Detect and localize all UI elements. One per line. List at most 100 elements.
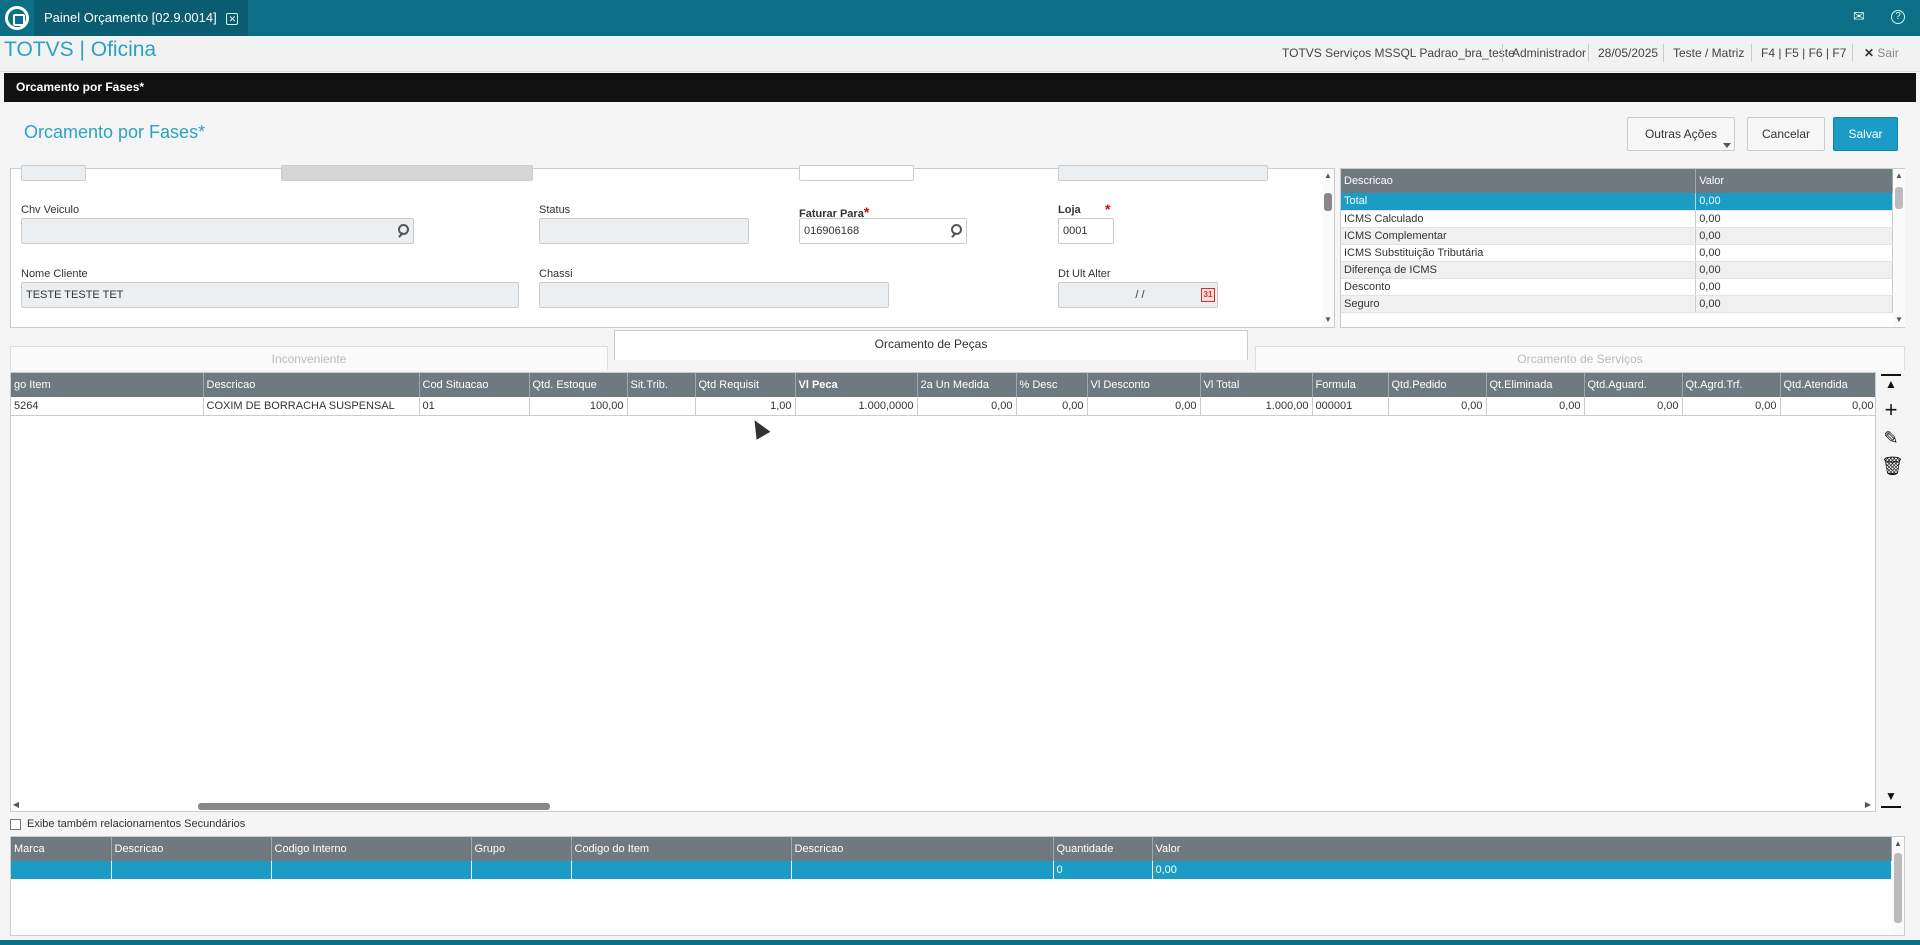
col-header[interactable]: Descricao xyxy=(791,837,1054,861)
col-header[interactable]: Codigo do Item xyxy=(571,837,792,861)
relations-scrollbar[interactable]: ▲ xyxy=(1892,837,1904,935)
summary-row[interactable]: Desconto 0,00 xyxy=(1341,278,1893,296)
hidden-field[interactable] xyxy=(21,165,86,181)
col-header[interactable]: Qtd.Atendida xyxy=(1780,373,1875,397)
col-header[interactable]: go Item xyxy=(11,373,204,397)
col-header[interactable]: Qtd.Aguard. xyxy=(1584,373,1683,397)
summary-row[interactable]: ICMS Complementar 0,00 xyxy=(1341,227,1893,245)
grid-cell[interactable] xyxy=(111,861,272,879)
scroll-up-icon[interactable]: ▲ xyxy=(1893,171,1905,180)
grid-cell[interactable]: 0,00 xyxy=(1682,397,1781,416)
help-icon[interactable]: ? xyxy=(1891,10,1905,24)
col-header[interactable]: Grupo xyxy=(471,837,572,861)
col-header[interactable]: Valor xyxy=(1152,837,1892,861)
search-icon[interactable] xyxy=(397,223,411,237)
hidden-field[interactable] xyxy=(799,165,914,181)
col-header[interactable]: Qt.Agrd.Trf. xyxy=(1682,373,1781,397)
col-header[interactable]: Codigo Interno xyxy=(271,837,472,861)
dt-ult-alter-input[interactable]: / / 31 xyxy=(1058,282,1218,308)
summary-row[interactable]: ICMS Calculado 0,00 xyxy=(1341,210,1893,228)
grid-cell[interactable] xyxy=(11,861,112,879)
scroll-left-icon[interactable]: ◀ xyxy=(10,800,22,809)
grid-cell[interactable]: 1,00 xyxy=(695,397,796,416)
grid-cell[interactable] xyxy=(571,861,792,879)
col-header[interactable]: Vl Peca xyxy=(795,373,918,397)
col-header[interactable]: Vl Total xyxy=(1200,373,1313,397)
hidden-field[interactable] xyxy=(1058,165,1268,181)
scroll-thumb[interactable] xyxy=(1324,193,1332,211)
grid-cell[interactable]: 5264 xyxy=(11,397,204,416)
date-info[interactable]: 28/05/2025 xyxy=(1598,36,1658,70)
col-header[interactable]: Quantidade xyxy=(1053,837,1153,861)
col-header[interactable]: Descricao xyxy=(203,373,420,397)
table-row[interactable]: 5264 COXIM DE BORRACHA SUSPENSAL 01 100,… xyxy=(11,397,1875,416)
grid-cell[interactable]: 0,00 xyxy=(917,397,1017,416)
checkbox-box[interactable] xyxy=(10,818,21,830)
edit-icon[interactable]: ✎ xyxy=(1881,428,1901,448)
environment-info[interactable]: TOTVS Serviços MSSQL Padrao_bra_teste xyxy=(1282,36,1515,70)
col-header[interactable]: Cod Situacao xyxy=(419,373,530,397)
grid-cell[interactable]: 0,00 xyxy=(1388,397,1487,416)
tab-inconveniente[interactable]: Inconveniente xyxy=(10,346,608,370)
grid-cell[interactable]: 1.000,0000 xyxy=(795,397,918,416)
scroll-top-icon[interactable]: ▲ xyxy=(1881,374,1901,394)
grid-cell[interactable]: 0,00 xyxy=(1486,397,1585,416)
chv-veiculo-input[interactable] xyxy=(21,218,414,244)
summary-scrollbar[interactable]: ▲ ▼ xyxy=(1893,169,1905,327)
col-header[interactable]: Marca xyxy=(11,837,112,861)
grid-cell[interactable] xyxy=(271,861,472,879)
scroll-up-icon[interactable]: ▲ xyxy=(1892,839,1904,848)
grid-cell[interactable]: 01 xyxy=(419,397,530,416)
col-header[interactable]: Vl Desconto xyxy=(1087,373,1201,397)
faturar-para-input[interactable]: 016906168 xyxy=(799,218,967,244)
grid-cell[interactable]: COXIM DE BORRACHA SUSPENSAL xyxy=(203,397,420,416)
tab-orcamento-servicos[interactable]: Orcamento de Serviços xyxy=(1255,346,1905,370)
scroll-up-icon[interactable]: ▲ xyxy=(1322,171,1334,180)
add-icon[interactable]: + xyxy=(1881,399,1901,421)
col-header[interactable]: 2a Un Medida xyxy=(917,373,1017,397)
col-header[interactable]: Descricao xyxy=(111,837,272,861)
col-header[interactable]: Qtd Requisit xyxy=(695,373,796,397)
col-header[interactable]: Qt.Eliminada xyxy=(1486,373,1585,397)
scroll-thumb[interactable] xyxy=(1895,187,1903,209)
form-scrollbar[interactable]: ▲ ▼ xyxy=(1322,169,1334,327)
table-row[interactable]: 0 0,00 xyxy=(11,861,1892,879)
mail-icon[interactable]: ✉ xyxy=(1853,8,1865,25)
col-header[interactable]: % Desc xyxy=(1016,373,1088,397)
grid-cell[interactable]: 0,00 xyxy=(1584,397,1683,416)
summary-row[interactable]: ICMS Substituição Tributária 0,00 xyxy=(1341,244,1893,262)
other-actions-button[interactable]: Outras Ações xyxy=(1627,117,1735,151)
cancel-button[interactable]: Cancelar xyxy=(1747,117,1825,151)
summary-row[interactable]: Total 0,00 xyxy=(1341,193,1893,211)
grid-cell[interactable] xyxy=(627,397,696,416)
scroll-right-icon[interactable]: ▶ xyxy=(1862,800,1874,809)
summary-header-valor[interactable]: Valor xyxy=(1695,169,1893,193)
col-header[interactable]: Formula xyxy=(1312,373,1389,397)
scroll-down-icon[interactable]: ▼ xyxy=(1322,315,1334,324)
grid-cell[interactable]: 0,00 xyxy=(1087,397,1201,416)
col-header[interactable]: Qtd.Pedido xyxy=(1388,373,1487,397)
scroll-down-icon[interactable]: ▼ xyxy=(1893,315,1905,324)
summary-row[interactable]: Seguro 0,00 xyxy=(1341,295,1893,313)
grid-cell[interactable]: 0,00 xyxy=(1780,397,1875,416)
summary-header-descricao[interactable]: Descricao xyxy=(1341,169,1697,193)
nome-cliente-input[interactable]: TESTE TESTE TET xyxy=(21,282,519,308)
grid-cell[interactable] xyxy=(471,861,572,879)
col-header[interactable]: Sit.Trib. xyxy=(627,373,696,397)
grid-cell[interactable]: 0,00 xyxy=(1016,397,1088,416)
grid-horizontal-scrollbar[interactable]: ◀ ▶ xyxy=(10,800,1876,812)
hidden-field[interactable] xyxy=(281,165,533,181)
scroll-thumb[interactable] xyxy=(198,803,550,810)
save-button[interactable]: Salvar xyxy=(1833,117,1898,151)
loja-input[interactable]: 0001 xyxy=(1058,218,1114,244)
scroll-bottom-icon[interactable]: ▼ xyxy=(1881,788,1901,808)
status-input[interactable] xyxy=(539,218,749,244)
delete-icon[interactable]: 🗑 xyxy=(1881,456,1904,476)
grid-cell[interactable]: 100,00 xyxy=(529,397,628,416)
grid-cell[interactable]: 1.000,00 xyxy=(1200,397,1313,416)
tab-orcamento-pecas[interactable]: Orcamento de Peças xyxy=(614,330,1248,360)
grid-cell[interactable] xyxy=(791,861,1054,879)
col-header[interactable]: Qtd. Estoque xyxy=(529,373,628,397)
exit-button[interactable]: ✕ Sair xyxy=(1864,36,1899,70)
grid-cell[interactable]: 0,00 xyxy=(1152,861,1892,879)
